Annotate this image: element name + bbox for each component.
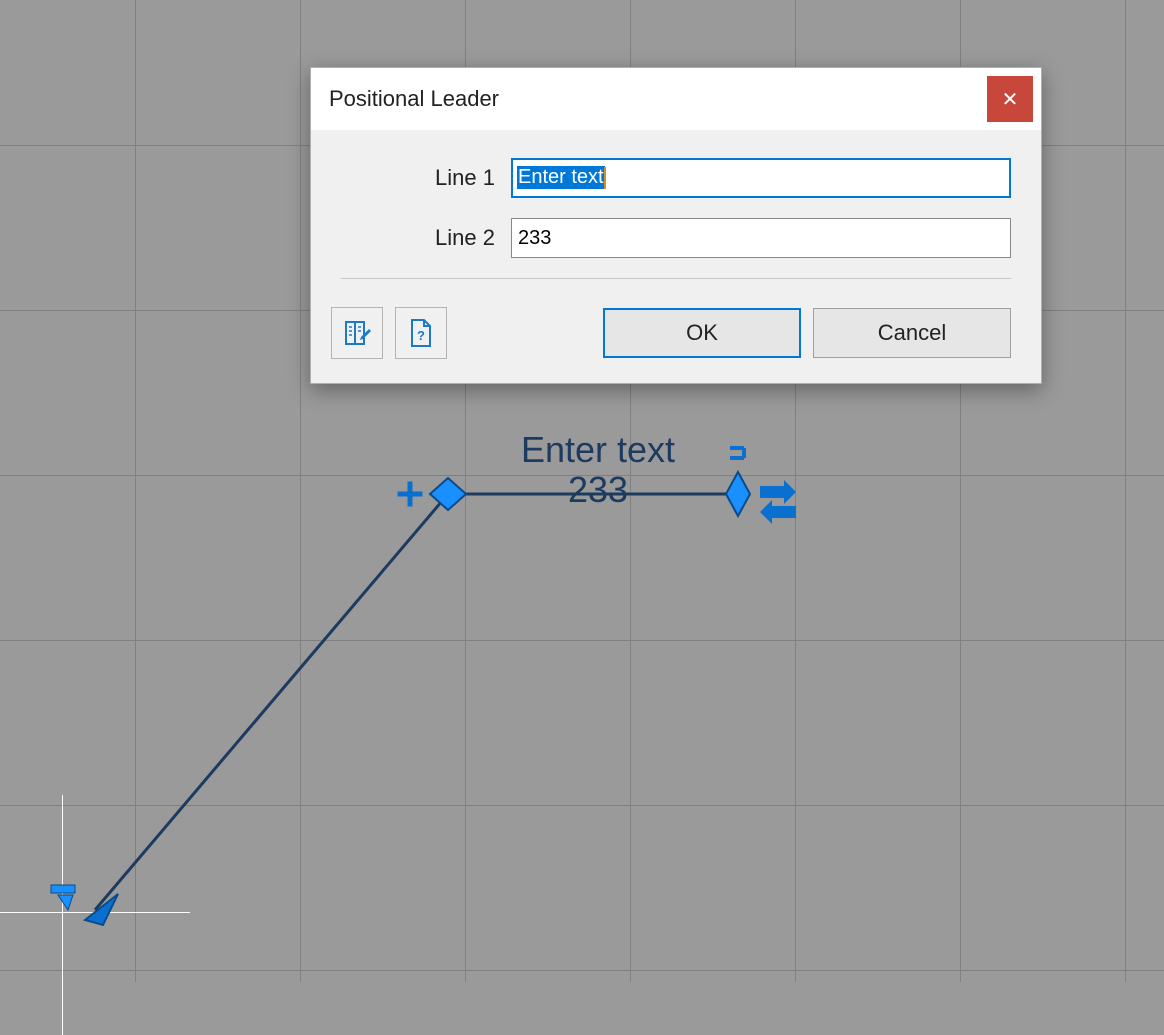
close-icon: ✕ — [1002, 87, 1019, 112]
notebook-edit-icon — [343, 319, 371, 347]
dialog-titlebar[interactable]: Positional Leader ✕ — [311, 68, 1041, 130]
svg-text:?: ? — [417, 328, 425, 343]
dialog-footer: ? OK Cancel — [311, 307, 1041, 383]
line1-label: Line 1 — [341, 165, 511, 191]
cursor-crosshair-vertical — [62, 795, 63, 1035]
positional-leader-dialog: Positional Leader ✕ Line 1 Enter text Li… — [310, 67, 1042, 384]
line1-selected-text: Enter text — [517, 166, 605, 189]
cursor-crosshair-horizontal — [0, 912, 190, 913]
line2-input[interactable] — [511, 218, 1011, 258]
udf-settings-button[interactable] — [331, 307, 383, 359]
dialog-title: Positional Leader — [329, 86, 499, 112]
cancel-label: Cancel — [878, 320, 946, 346]
help-document-icon: ? — [408, 318, 434, 348]
dialog-separator — [341, 278, 1011, 279]
text-caret — [604, 167, 606, 189]
ok-label: OK — [686, 320, 718, 346]
dialog-body: Line 1 Enter text Line 2 — [311, 130, 1041, 307]
line2-label: Line 2 — [341, 225, 511, 251]
line1-row: Line 1 Enter text — [341, 158, 1011, 198]
help-button[interactable]: ? — [395, 307, 447, 359]
ok-button[interactable]: OK — [603, 308, 801, 358]
close-button[interactable]: ✕ — [987, 76, 1033, 122]
line1-input[interactable]: Enter text — [511, 158, 1011, 198]
line2-row: Line 2 — [341, 218, 1011, 258]
cancel-button[interactable]: Cancel — [813, 308, 1011, 358]
